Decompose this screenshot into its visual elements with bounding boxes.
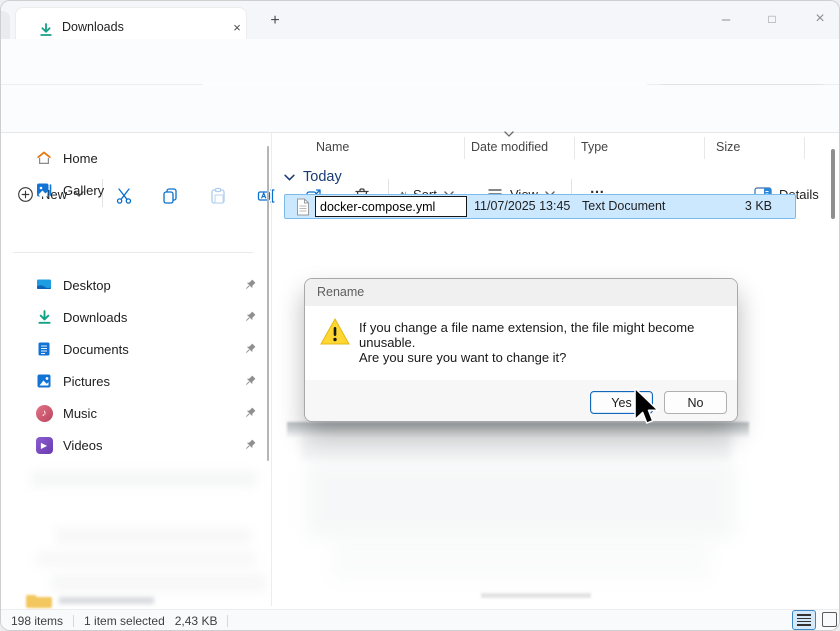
sidebar-item-label: Music: [63, 406, 233, 421]
command-toolbar: New ↑↓ Sort: [1, 85, 840, 133]
column-resize-handle[interactable]: [704, 137, 705, 159]
file-type: Text Document: [582, 199, 665, 213]
chevron-down-icon[interactable]: [284, 174, 295, 181]
ghost-artifact: [59, 597, 154, 604]
group-header-today[interactable]: Today: [284, 169, 342, 185]
sidebar-divider: [13, 252, 253, 253]
desktop-icon: [35, 276, 53, 294]
sidebar-item-documents[interactable]: Documents: [15, 334, 261, 364]
downloads-icon: [38, 22, 54, 38]
sidebar-scrollbar[interactable]: [267, 146, 269, 461]
column-resize-handle[interactable]: [804, 137, 805, 159]
file-size: 3 KB: [680, 199, 772, 213]
ghost-artifact: [481, 593, 591, 598]
sort-descending-icon: [504, 131, 514, 137]
ghost-artifact: [51, 574, 266, 592]
sidebar-item-label: Gallery: [63, 183, 261, 198]
window-close-button[interactable]: ×: [799, 5, 840, 33]
no-button[interactable]: No: [664, 391, 727, 414]
documents-icon: [35, 340, 53, 358]
sidebar-item-downloads[interactable]: Downloads: [15, 302, 261, 332]
column-header-date-modified[interactable]: Date modified: [471, 140, 548, 154]
adjacent-tab-edge: [0, 11, 10, 39]
videos-icon: ▶: [35, 436, 53, 454]
sidebar-item-label: Desktop: [63, 278, 233, 293]
file-list-scrollbar[interactable]: [831, 149, 835, 219]
details-view-toggle[interactable]: [792, 610, 816, 630]
file-date-modified: 11/07/2025 13:45: [474, 199, 570, 213]
gallery-icon: [35, 181, 53, 199]
status-divider: [227, 615, 228, 627]
pin-icon[interactable]: [243, 310, 257, 324]
ghost-artifact: [306, 459, 736, 539]
sidebar-item-pictures[interactable]: Pictures: [15, 366, 261, 396]
downloads-icon: [35, 308, 53, 326]
ghost-artifact: [36, 551, 256, 567]
tab-close-icon[interactable]: ×: [226, 16, 248, 38]
column-resize-handle[interactable]: [464, 137, 465, 159]
dialog-message-line2: Are you sure you want to change it?: [359, 350, 566, 365]
ghost-artifact: [331, 541, 711, 581]
dialog-titlebar[interactable]: Rename: [305, 279, 737, 306]
pin-icon[interactable]: [243, 374, 257, 388]
column-header-size[interactable]: Size: [716, 140, 740, 154]
file-explorer-window: Downloads × + – □ × ← → ↑ › … Users › oa…: [0, 0, 840, 631]
window-minimize-button[interactable]: –: [705, 5, 747, 33]
navigation-bar: ← → ↑ › … Users › oae694 › Downloads ›: [1, 39, 840, 85]
pin-icon[interactable]: [243, 438, 257, 452]
selected-count: 1 item selected: [84, 614, 165, 628]
status-bar: 198 items 1 item selected 2,43 KB: [1, 609, 840, 631]
text-file-icon: [296, 198, 310, 216]
home-icon: [35, 149, 53, 167]
new-tab-button[interactable]: +: [263, 9, 287, 33]
sidebar-item-videos[interactable]: ▶ Videos: [15, 430, 261, 460]
selected-size: 2,43 KB: [175, 614, 218, 628]
sidebar-item-label: Documents: [63, 342, 233, 357]
pin-icon[interactable]: [243, 406, 257, 420]
status-divider: [73, 615, 74, 627]
tab-downloads[interactable]: Downloads ×: [15, 7, 247, 39]
sidebar-item-desktop[interactable]: Desktop: [15, 270, 261, 300]
dialog-title: Rename: [317, 285, 364, 299]
group-label: Today: [303, 169, 342, 185]
column-header-name[interactable]: Name: [316, 140, 349, 154]
sidebar-item-label: Home: [63, 151, 261, 166]
ghost-folder-icon: [25, 594, 53, 608]
items-count: 198 items: [11, 614, 63, 628]
pin-icon[interactable]: [243, 278, 257, 292]
sidebar-item-label: Pictures: [63, 374, 233, 389]
sidebar-item-home[interactable]: Home: [15, 143, 261, 173]
sidebar-item-music[interactable]: ♪ Music: [15, 398, 261, 428]
warning-icon: [319, 317, 351, 346]
column-header-type[interactable]: Type: [581, 140, 608, 154]
sidebar-item-label: Downloads: [63, 310, 233, 325]
ghost-artifact: [301, 435, 731, 459]
rename-dialog: Rename If you change a file name extensi…: [304, 278, 738, 422]
pane-divider: [271, 133, 272, 606]
tab-bar: Downloads × + – □ ×: [1, 1, 840, 39]
dialog-message-line1: If you change a file name extension, the…: [359, 320, 737, 350]
rename-edit-field[interactable]: [315, 196, 467, 217]
ghost-artifact: [56, 528, 251, 544]
tab-title: Downloads: [62, 20, 124, 34]
sidebar-item-label: Videos: [63, 438, 233, 453]
mouse-cursor: [633, 386, 660, 430]
ghost-artifact: [287, 422, 749, 438]
column-resize-handle[interactable]: [574, 137, 575, 159]
music-icon: ♪: [35, 404, 53, 422]
sidebar-item-gallery[interactable]: Gallery: [15, 175, 261, 205]
thumbnail-view-toggle[interactable]: [822, 612, 837, 627]
ghost-artifact: [31, 471, 256, 487]
pin-icon[interactable]: [243, 342, 257, 356]
pictures-icon: [35, 372, 53, 390]
file-row-docker-compose[interactable]: 11/07/2025 13:45 Text Document 3 KB: [284, 194, 796, 219]
window-maximize-button[interactable]: □: [751, 5, 793, 33]
